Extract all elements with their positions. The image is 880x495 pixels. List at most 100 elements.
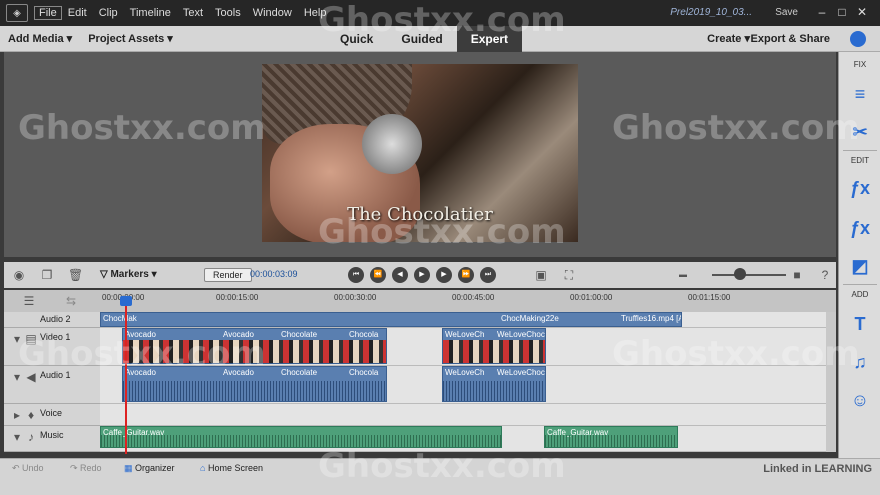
zoom-in-icon[interactable]: ■ bbox=[790, 268, 804, 282]
clip-thumbnails bbox=[123, 340, 386, 363]
add-media-button[interactable]: Add Media ▾ bbox=[0, 32, 80, 45]
zoom-slider-handle[interactable] bbox=[734, 268, 746, 280]
undo-button[interactable]: ↶ Undo bbox=[12, 463, 44, 474]
track-header-video1[interactable]: ▾ ▤ Video 1 bbox=[4, 328, 100, 366]
playhead-handle[interactable] bbox=[120, 296, 132, 306]
expand-icon[interactable]: ▾ bbox=[10, 370, 24, 384]
timeline-toolbar: ◉ ❐ 🗑 ▽ Markers ▾ Render 00:00:03:09 ⏮ ⏪… bbox=[4, 262, 836, 288]
audio-clip-group-1[interactable]: Avocado Avocado Chocolate Chocola bbox=[122, 366, 387, 402]
clip-label: WeLoveChocola bbox=[497, 368, 545, 377]
goto-end-icon[interactable]: ⏭ bbox=[480, 267, 496, 283]
export-share-button[interactable]: Export & Share bbox=[751, 26, 830, 52]
video-clip-group-2[interactable]: WeLoveCh WeLoveChocola bbox=[442, 328, 546, 364]
ruler-tick: 00:00:30:00 bbox=[334, 293, 377, 302]
music-clip-2[interactable]: Caffe_Guitar.wav bbox=[544, 426, 678, 448]
expand-icon[interactable]: ▾ bbox=[10, 430, 24, 444]
action-bar: FIX ≡ ✂ EDIT ƒx ƒx ◩ ADD T ♫ ☺ bbox=[838, 52, 880, 460]
camera-icon[interactable]: ◉ bbox=[12, 268, 26, 282]
app-logo-icon: ◈ bbox=[6, 4, 28, 22]
linkedin-learning-logo: Linked in LEARNING bbox=[763, 463, 872, 475]
track-lane-audio1[interactable]: Avocado Avocado Chocolate Chocola WeLove… bbox=[100, 366, 826, 404]
music-clip-1[interactable]: Caffe_Guitar.wav bbox=[100, 426, 502, 448]
rewind-icon[interactable]: ⏪ bbox=[370, 267, 386, 283]
timecode[interactable]: 00:00:03:09 bbox=[250, 269, 298, 279]
applied-effects-icon[interactable]: ƒx bbox=[848, 216, 872, 240]
menu-window[interactable]: Window bbox=[247, 7, 298, 19]
menu-edit[interactable]: Edit bbox=[62, 7, 93, 19]
clip-label: Truffles16.mp4 [A] bbox=[621, 314, 682, 323]
menu-clip[interactable]: Clip bbox=[93, 7, 124, 19]
project-assets-button[interactable]: Project Assets ▾ bbox=[80, 32, 181, 45]
snap-icon[interactable]: ⇆ bbox=[64, 294, 78, 308]
audio2-clips[interactable]: ChocMak ChocMaking22e Truffles16.mp4 [A] bbox=[100, 312, 682, 327]
fullscreen-icon[interactable]: ⛶ bbox=[562, 268, 576, 282]
menu-text[interactable]: Text bbox=[177, 7, 209, 19]
menu-help[interactable]: Help bbox=[298, 7, 333, 19]
zoom-out-icon[interactable]: ▬ bbox=[676, 268, 690, 282]
track-lane-voice[interactable] bbox=[100, 404, 826, 426]
save-button[interactable]: Save bbox=[775, 7, 798, 18]
tools-icon[interactable]: ✂ bbox=[848, 120, 872, 144]
expand-icon[interactable]: ▾ bbox=[10, 332, 24, 346]
render-button[interactable]: Render bbox=[204, 268, 252, 282]
maximize-icon[interactable]: □ bbox=[834, 4, 850, 20]
menu-bar: ◈ File Edit Clip Timeline Text Tools Win… bbox=[0, 0, 880, 26]
graphics-icon[interactable]: ☺ bbox=[848, 388, 872, 412]
track-lane-video1[interactable]: Avocado Avocado Chocolate Chocola WeLove… bbox=[100, 328, 826, 366]
microphone-icon: ♦ bbox=[27, 408, 35, 422]
tab-quick[interactable]: Quick bbox=[326, 26, 387, 52]
markers-dropdown[interactable]: ▽ Markers ▾ bbox=[100, 269, 157, 280]
step-back-icon[interactable]: ◀ bbox=[392, 267, 408, 283]
menu-tools[interactable]: Tools bbox=[209, 7, 247, 19]
help-icon[interactable]: ? bbox=[818, 268, 832, 282]
monitor-panel: The Chocolatier bbox=[4, 52, 836, 257]
track-header-audio2[interactable]: Audio 2 bbox=[4, 312, 100, 328]
menu-timeline[interactable]: Timeline bbox=[124, 7, 177, 19]
tab-guided[interactable]: Guided bbox=[387, 26, 456, 52]
ruler-tick: 00:00:45:00 bbox=[452, 293, 495, 302]
track-header-audio1[interactable]: ▾ ◀ Audio 1 bbox=[4, 366, 100, 404]
track-name: Voice bbox=[40, 408, 63, 418]
video-preview[interactable]: The Chocolatier bbox=[262, 64, 578, 242]
close-icon[interactable]: ✕ bbox=[854, 4, 870, 20]
music-icon[interactable]: ♫ bbox=[848, 350, 872, 374]
divider bbox=[843, 284, 877, 285]
menu-file[interactable]: File bbox=[34, 6, 62, 20]
monitor-icon[interactable]: ▣ bbox=[534, 268, 548, 282]
transitions-icon[interactable]: ◩ bbox=[848, 254, 872, 278]
gear-icon[interactable] bbox=[850, 31, 866, 47]
undo-label: Undo bbox=[22, 463, 44, 473]
audio-clip-group-2[interactable]: WeLoveCh WeLoveChocola bbox=[442, 366, 546, 402]
track-lane-audio2[interactable]: ChocMak ChocMaking22e Truffles16.mp4 [A] bbox=[100, 312, 826, 328]
footer bbox=[0, 480, 880, 495]
track-header-music[interactable]: ▾ ♪ Music bbox=[4, 426, 100, 452]
tab-expert[interactable]: Expert bbox=[456, 26, 523, 52]
play-icon[interactable]: ▶ bbox=[414, 267, 430, 283]
trash-icon[interactable]: 🗑 bbox=[68, 268, 83, 282]
project-name: Prel2019_10_03... bbox=[670, 7, 752, 18]
video-clip-group-1[interactable]: Avocado Avocado Chocolate Chocola bbox=[122, 328, 387, 364]
track-lane-music[interactable]: Caffe_Guitar.wav Caffe_Guitar.wav bbox=[100, 426, 826, 452]
step-forward-icon[interactable]: ▶ bbox=[436, 267, 452, 283]
goto-start-icon[interactable]: ⏮ bbox=[348, 267, 364, 283]
effects-icon[interactable]: ƒx bbox=[848, 176, 872, 200]
create-button[interactable]: Create ▾ bbox=[707, 26, 750, 52]
adjust-sliders-icon[interactable]: ≡ bbox=[848, 82, 872, 106]
track-name: Audio 1 bbox=[40, 370, 71, 380]
home-screen-button[interactable]: ⌂ Home Screen bbox=[200, 463, 263, 473]
film-icon: ▤ bbox=[25, 332, 37, 346]
organizer-button[interactable]: ▦ Organizer bbox=[124, 463, 175, 474]
playhead[interactable] bbox=[125, 296, 127, 454]
mode-tabs: Quick Guided Expert bbox=[326, 26, 523, 52]
collapse-icon[interactable]: ▸ bbox=[10, 408, 24, 422]
copy-icon[interactable]: ❐ bbox=[40, 268, 54, 282]
track-header-voice[interactable]: ▸ ♦ Voice bbox=[4, 404, 100, 426]
track-options-icon[interactable]: ☰ bbox=[22, 294, 36, 308]
zoom-slider[interactable] bbox=[712, 274, 786, 276]
clip-label: Avocado bbox=[223, 330, 254, 339]
fast-forward-icon[interactable]: ⏩ bbox=[458, 267, 474, 283]
titles-icon[interactable]: T bbox=[848, 312, 872, 336]
redo-button[interactable]: ↷ Redo bbox=[70, 463, 102, 474]
audio-waveform bbox=[101, 435, 501, 447]
minimize-icon[interactable]: – bbox=[814, 4, 830, 20]
